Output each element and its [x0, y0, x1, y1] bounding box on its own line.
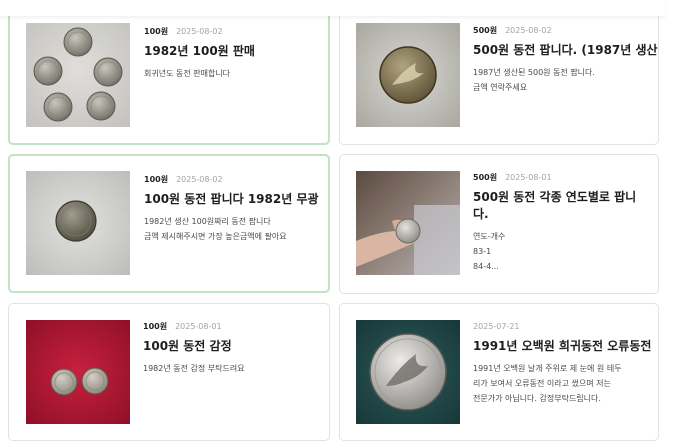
listing-date: 2025-08-02 [505, 26, 552, 35]
listing-category: 100원 [144, 175, 169, 184]
listing-photo [356, 23, 460, 127]
listing-description: 1982년 동전 감정 부탁드려요 [143, 364, 245, 373]
listing-title[interactable]: 100원 동전 팝니다 1982년 무광 [144, 191, 326, 208]
listing-title[interactable]: 500원 동전 팝니다. (1987년 생산 [473, 42, 658, 59]
listing-description: 1982년 생산 100원짜리 동전 팝니다 금액 제시해주시면 가장 높은금액… [144, 217, 287, 241]
listing-description: 1987년 생산된 500원 동전 팝니다. 금액 연락주세요 [473, 68, 595, 92]
listing-photo [356, 320, 460, 424]
listing-category: 500원 [473, 26, 498, 35]
listing-card-1982-100won[interactable]: 100원 2025-08-02 1982년 100원 판매 회귀년도 동전 판매합… [8, 8, 330, 145]
listing-date: 2025-08-01 [505, 173, 552, 182]
listing-photo [26, 171, 130, 275]
listing-title[interactable]: 500원 동전 각종 연도별로 팝니다. [473, 189, 649, 223]
listing-description: 1991년 오백원 날개 주위로 제 눈에 원 테두 리가 보여서 오류동전 이… [473, 364, 622, 403]
listing-photo [356, 171, 460, 275]
listing-date: 2025-08-02 [176, 27, 223, 36]
listing-category: 100원 [144, 27, 169, 36]
listing-card-1982-100won-matte[interactable]: 100원 2025-08-02 100원 동전 팝니다 1982년 무광 1982… [8, 154, 330, 293]
listing-date: 2025-08-01 [175, 322, 222, 331]
listing-photo [26, 23, 130, 127]
listing-category: 100원 [143, 322, 168, 331]
listing-title[interactable]: 100원 동전 감정 [143, 338, 325, 355]
listing-date: 2025-08-02 [176, 175, 223, 184]
listing-title[interactable]: 1991년 오백원 희귀동전 오류동전 [473, 338, 653, 355]
listing-card-1991-500won-error[interactable]: 2025-07-21 1991년 오백원 희귀동전 오류동전 1991년 오백원… [339, 303, 659, 441]
listing-card-500won-1987[interactable]: 500원 2025-08-02 500원 동전 팝니다. (1987년 생산 19… [339, 8, 659, 145]
listing-title[interactable]: 1982년 100원 판매 [144, 43, 324, 60]
listing-card-500won-by-year[interactable]: 500원 2025-08-01 500원 동전 각종 연도별로 팝니다. 연도-개… [339, 154, 659, 294]
listing-category: 500원 [473, 173, 498, 182]
listing-description: 회귀년도 동전 판매합니다 [144, 69, 231, 78]
listing-date: 2025-07-21 [473, 322, 520, 331]
listing-description: 연도-개수 83-1 84-4... [473, 232, 506, 271]
top-bar [0, 0, 665, 16]
listing-card-100won-appraisal[interactable]: 100원 2025-08-01 100원 동전 감정 1982년 동전 감정 부탁… [8, 303, 330, 441]
listing-photo [26, 320, 130, 424]
